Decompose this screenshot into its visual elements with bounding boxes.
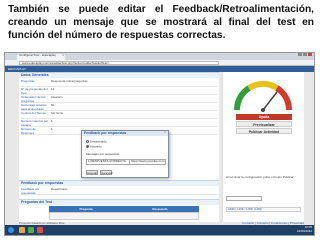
table-header: Pregunta Respuesta (49, 206, 199, 212)
option-activado[interactable]: Activado (86, 144, 102, 149)
row-value[interactable]: 50 (51, 103, 211, 108)
table-row[interactable] (49, 212, 199, 220)
url-field[interactable]: www.educaplay.com/es/editarTest.php?acti… (19, 61, 219, 65)
settings-row: Control del Tiempo Sin límite (21, 111, 217, 119)
feedback-message-field[interactable]: 1 RESPUESTA CORRECTA https://www.youtube… (86, 159, 166, 165)
close-icon[interactable]: × (62, 53, 64, 58)
questions-table: Pregunta Respuesta (49, 206, 199, 220)
radio-checked-icon[interactable] (86, 145, 89, 148)
table-header-cell: Pregunta (79, 207, 93, 211)
sidebar-help-text: Al terminar la configuración pulse el bo… (226, 175, 294, 179)
section-preguntas: Preguntas del Test (19, 199, 219, 205)
row-value[interactable]: Respuesta única/preguntas (51, 79, 211, 84)
settings-row: Porcentaje aciertos para el aprobado 50 (21, 103, 217, 111)
browser-tabbar: Configurar Test - Educaplay × (5, 53, 314, 60)
row-label: Control del Tiempo (21, 111, 47, 115)
feedback-row-value[interactable]: Desactivado (51, 187, 211, 192)
sidebar-input[interactable] (226, 196, 262, 201)
settings-row: N° de preguntas del Test 12 (21, 87, 217, 95)
option-desactivado[interactable]: Desactivado (86, 139, 107, 144)
cancel-button[interactable]: Cancelar (100, 170, 113, 175)
settings-row: Preguntas Respuesta única/preguntas (21, 79, 217, 87)
taskbar-clock[interactable]: 12:05 24/04/2012 (296, 225, 312, 233)
window-controls (297, 53, 312, 58)
row-label: Preguntas (21, 79, 35, 83)
row-value[interactable]: Sin límite (51, 111, 211, 116)
browser-tab-label: Configurar Test - Educaplay (19, 53, 56, 57)
clock-date: 24/04/2012 (296, 228, 312, 233)
os-taskbar: 12:05 24/04/2012 (5, 225, 314, 235)
feedback-row: Feedback por respuestas Desactivado (21, 187, 217, 195)
start-button-icon[interactable] (8, 227, 14, 233)
folder-icon[interactable] (19, 227, 25, 233)
field-label: Mensajes por respuestas (86, 152, 120, 156)
help-button[interactable]: Ayuda (236, 114, 292, 120)
settings-row: Número intentos por usuario 1 (21, 119, 217, 127)
feedback-row-label: Feedback por respuestas (21, 187, 40, 195)
section-feedback: Feedback por respuestas (19, 180, 219, 186)
app-icon[interactable] (37, 227, 43, 233)
publish-button[interactable]: Publicar Actividad (236, 128, 292, 134)
right-sidebar: Ayuda Previsualizar Publicar Actividad A… (222, 72, 304, 222)
speedometer-icon (233, 80, 293, 112)
close-icon[interactable]: × (164, 130, 166, 135)
settings-row: Ordenación de las preguntas Aleatorio (21, 95, 217, 103)
option-label: Activado (90, 144, 102, 149)
feedback-range-text: 1 RESPUESTA CORRECTA (88, 159, 126, 163)
row-label: Número de Resumen (21, 127, 36, 135)
section-datos-generales: Datos Generales (19, 72, 219, 78)
browser-icon[interactable] (28, 227, 34, 233)
feedback-dialog: Feedback por respuestas × Desactivado Ac… (81, 130, 169, 178)
option-label: Desactivado (90, 139, 107, 144)
main-content: Datos Generales Preguntas Respuesta únic… (19, 72, 219, 222)
table-header-cell: Respuesta (152, 207, 168, 211)
browser-screenshot: Configurar Test - Educaplay × www.educap… (4, 52, 315, 236)
preview-button[interactable]: Previsualizar (236, 121, 292, 127)
maximize-button[interactable] (303, 53, 307, 56)
minimize-button[interactable] (298, 53, 302, 56)
dialog-buttons: Aceptar Cancelar (86, 170, 114, 176)
sidebar-links[interactable]: LINK | LINK | LINK | LINK (226, 207, 301, 212)
feedback-message-input[interactable]: https://www.youtube.com (129, 159, 165, 164)
accept-button[interactable]: Aceptar (86, 170, 98, 175)
row-value[interactable]: 1 (51, 119, 211, 124)
dialog-title: Feedback por respuestas (82, 131, 168, 136)
row-value[interactable]: Aleatorio (51, 95, 211, 100)
close-window-button[interactable] (308, 53, 312, 56)
radio-icon[interactable] (86, 140, 89, 143)
slide-caption: También se puede editar el Feedback/Retr… (8, 4, 314, 41)
row-value[interactable]: 12 (51, 87, 211, 92)
